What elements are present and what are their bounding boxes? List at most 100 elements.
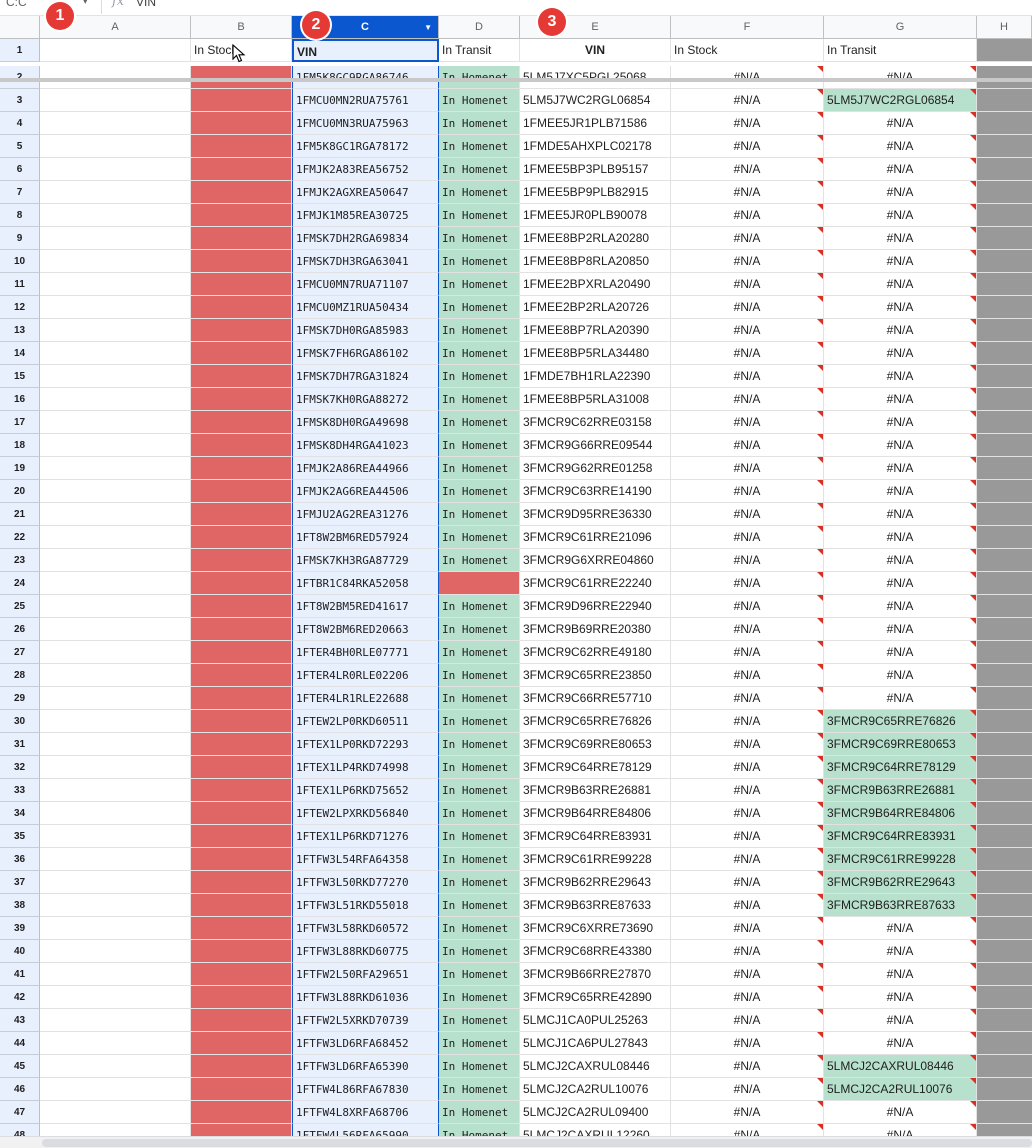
cell-c-vin[interactable]: 1FTEW2LPXRKD56840 [292, 802, 439, 825]
cell-h[interactable] [977, 871, 1032, 894]
cell-note-indicator-icon[interactable] [817, 273, 823, 279]
cell-c-vin[interactable]: 1FTER4LR1RLE22688 [292, 687, 439, 710]
cell-g-in-transit[interactable]: 3FMCR9C64RRE78129 [824, 756, 977, 779]
cell-f-in-stock[interactable]: #N/A [671, 457, 824, 480]
cell-note-indicator-icon[interactable] [817, 1078, 823, 1084]
cell-h[interactable] [977, 342, 1032, 365]
cell-note-indicator-icon[interactable] [817, 986, 823, 992]
cell-d-in-transit[interactable]: In Homenet [439, 1032, 520, 1055]
cell-note-indicator-icon[interactable] [817, 595, 823, 601]
cell-f-in-stock[interactable]: #N/A [671, 411, 824, 434]
row-header[interactable]: 22 [0, 526, 40, 549]
cell-h1[interactable] [977, 39, 1032, 62]
cell-d-in-transit[interactable]: In Homenet [439, 779, 520, 802]
row-header[interactable]: 8 [0, 204, 40, 227]
cell-h[interactable] [977, 227, 1032, 250]
cell-note-indicator-icon[interactable] [817, 503, 823, 509]
cell-g-in-transit[interactable]: #N/A [824, 687, 977, 710]
cell-a[interactable] [40, 112, 191, 135]
cell-g-in-transit[interactable]: 3FMCR9B62RRE29643 [824, 871, 977, 894]
cell-c-vin[interactable]: 1FMJK2A83REA56752 [292, 158, 439, 181]
cell-note-indicator-icon[interactable] [970, 526, 976, 532]
cell-a[interactable] [40, 457, 191, 480]
cell-b-in-stock[interactable] [191, 549, 292, 572]
cell-c-vin[interactable]: 1FMJU2AG2REA31276 [292, 503, 439, 526]
cell-d-in-transit[interactable]: In Homenet [439, 273, 520, 296]
cell-c-vin[interactable]: 1FMSK8DH4RGA41023 [292, 434, 439, 457]
cell-c-vin[interactable]: 1FTFW3LD6RFA65390 [292, 1055, 439, 1078]
row-header[interactable]: 10 [0, 250, 40, 273]
cell-c-vin[interactable]: 1FTFW2L5XRKD70739 [292, 1009, 439, 1032]
cell-a[interactable] [40, 894, 191, 917]
cell-g-in-transit[interactable]: #N/A [824, 135, 977, 158]
cell-f-in-stock[interactable]: #N/A [671, 940, 824, 963]
cell-note-indicator-icon[interactable] [970, 457, 976, 463]
row-header[interactable]: 13 [0, 319, 40, 342]
row-header[interactable]: 20 [0, 480, 40, 503]
cell-f-in-stock[interactable]: #N/A [671, 595, 824, 618]
cell-note-indicator-icon[interactable] [970, 227, 976, 233]
cell-c-vin[interactable]: 1FTER4BH0RLE07771 [292, 641, 439, 664]
column-header-g[interactable]: G [824, 16, 977, 39]
cell-b-in-stock[interactable] [191, 986, 292, 1009]
cell-d-in-transit[interactable]: In Homenet [439, 917, 520, 940]
cell-d-in-transit[interactable]: In Homenet [439, 388, 520, 411]
cell-a[interactable] [40, 181, 191, 204]
cell-f-in-stock[interactable]: #N/A [671, 135, 824, 158]
cell-c-vin[interactable]: 1FMSK7DH2RGA69834 [292, 227, 439, 250]
cell-h[interactable] [977, 250, 1032, 273]
cell-g-in-transit[interactable]: #N/A [824, 250, 977, 273]
cell-d1[interactable]: In Transit [439, 39, 520, 62]
cell-note-indicator-icon[interactable] [970, 365, 976, 371]
cell-b-in-stock[interactable] [191, 273, 292, 296]
cell-e-vin[interactable]: 3FMCR9C6XRRE73690 [520, 917, 671, 940]
cell-c-vin[interactable]: 1FMSK7KH3RGA87729 [292, 549, 439, 572]
column-header-d[interactable]: D [439, 16, 520, 39]
row-header[interactable]: 23 [0, 549, 40, 572]
cell-e-vin[interactable]: 3FMCR9C65RRE23850 [520, 664, 671, 687]
cell-h[interactable] [977, 917, 1032, 940]
cell-b-in-stock[interactable] [191, 457, 292, 480]
cell-d-in-transit[interactable]: In Homenet [439, 365, 520, 388]
cell-note-indicator-icon[interactable] [817, 480, 823, 486]
cell-d-in-transit[interactable]: In Homenet [439, 549, 520, 572]
cell-b-in-stock[interactable] [191, 342, 292, 365]
cell-e-vin[interactable]: 1FMEE5JR0PLB90078 [520, 204, 671, 227]
cell-g-in-transit[interactable]: #N/A [824, 1101, 977, 1124]
row-header[interactable]: 44 [0, 1032, 40, 1055]
row-header[interactable]: 3 [0, 89, 40, 112]
cell-g-in-transit[interactable]: #N/A [824, 618, 977, 641]
cell-a[interactable] [40, 480, 191, 503]
cell-a[interactable] [40, 756, 191, 779]
cell-note-indicator-icon[interactable] [970, 572, 976, 578]
row-header[interactable]: 41 [0, 963, 40, 986]
cell-note-indicator-icon[interactable] [970, 871, 976, 877]
row-header[interactable]: 46 [0, 1078, 40, 1101]
column-header-h[interactable]: H [977, 16, 1032, 39]
cell-e-vin[interactable]: 1FMEE8BP8RLA20850 [520, 250, 671, 273]
cell-a[interactable] [40, 986, 191, 1009]
cell-g-in-transit[interactable]: 3FMCR9C69RRE80653 [824, 733, 977, 756]
cell-b-in-stock[interactable] [191, 89, 292, 112]
cell-g-in-transit[interactable]: #N/A [824, 204, 977, 227]
cell-f-in-stock[interactable]: #N/A [671, 710, 824, 733]
cell-b-in-stock[interactable] [191, 388, 292, 411]
cell-e-vin[interactable]: 3FMCR9C61RRE99228 [520, 848, 671, 871]
cell-b-in-stock[interactable] [191, 1055, 292, 1078]
cell-f-in-stock[interactable]: #N/A [671, 687, 824, 710]
cell-g-in-transit[interactable]: 5LMCJ2CAXRUL08446 [824, 1055, 977, 1078]
cell-h[interactable] [977, 181, 1032, 204]
cell-a[interactable] [40, 549, 191, 572]
cell-b-in-stock[interactable] [191, 1078, 292, 1101]
cell-h[interactable] [977, 572, 1032, 595]
row-header[interactable]: 16 [0, 388, 40, 411]
cell-d-in-transit[interactable]: In Homenet [439, 250, 520, 273]
cell-d-in-transit[interactable]: In Homenet [439, 1101, 520, 1124]
cell-note-indicator-icon[interactable] [970, 181, 976, 187]
cell-note-indicator-icon[interactable] [970, 733, 976, 739]
cell-f-in-stock[interactable]: #N/A [671, 963, 824, 986]
cell-a[interactable] [40, 1078, 191, 1101]
cell-h[interactable] [977, 158, 1032, 181]
cell-c-vin[interactable]: 1FTER4LR0RLE02206 [292, 664, 439, 687]
cell-note-indicator-icon[interactable] [970, 1032, 976, 1038]
